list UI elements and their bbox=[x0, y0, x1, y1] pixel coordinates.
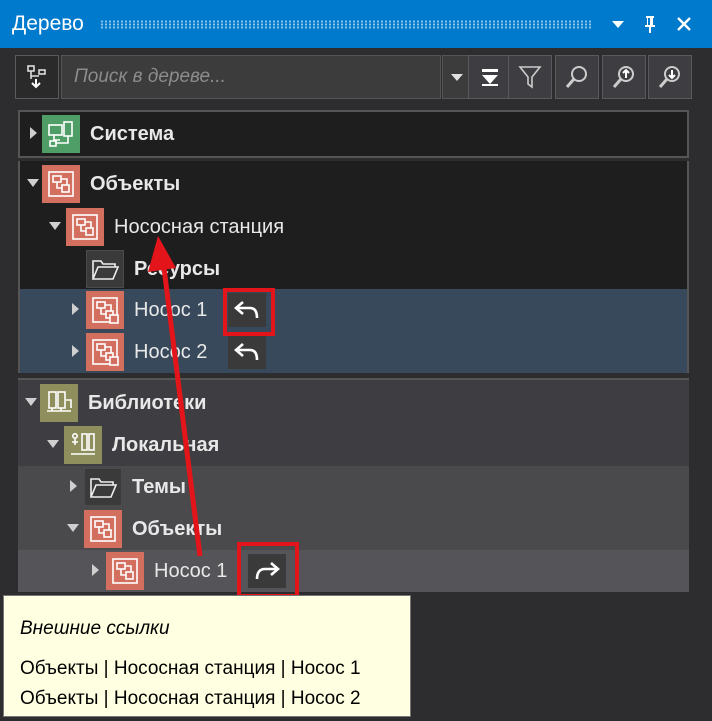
tooltip-title: Внешние ссылки bbox=[20, 618, 170, 639]
tooltip-line: Объекты | Нососная станция | Нocoс 1 bbox=[20, 658, 361, 679]
tooltip-line: Объекты | Нососная станция | Нocoс 2 bbox=[20, 688, 361, 709]
external-links-tooltip: Внешние ссылки Объекты | Нососная станци… bbox=[3, 595, 411, 717]
